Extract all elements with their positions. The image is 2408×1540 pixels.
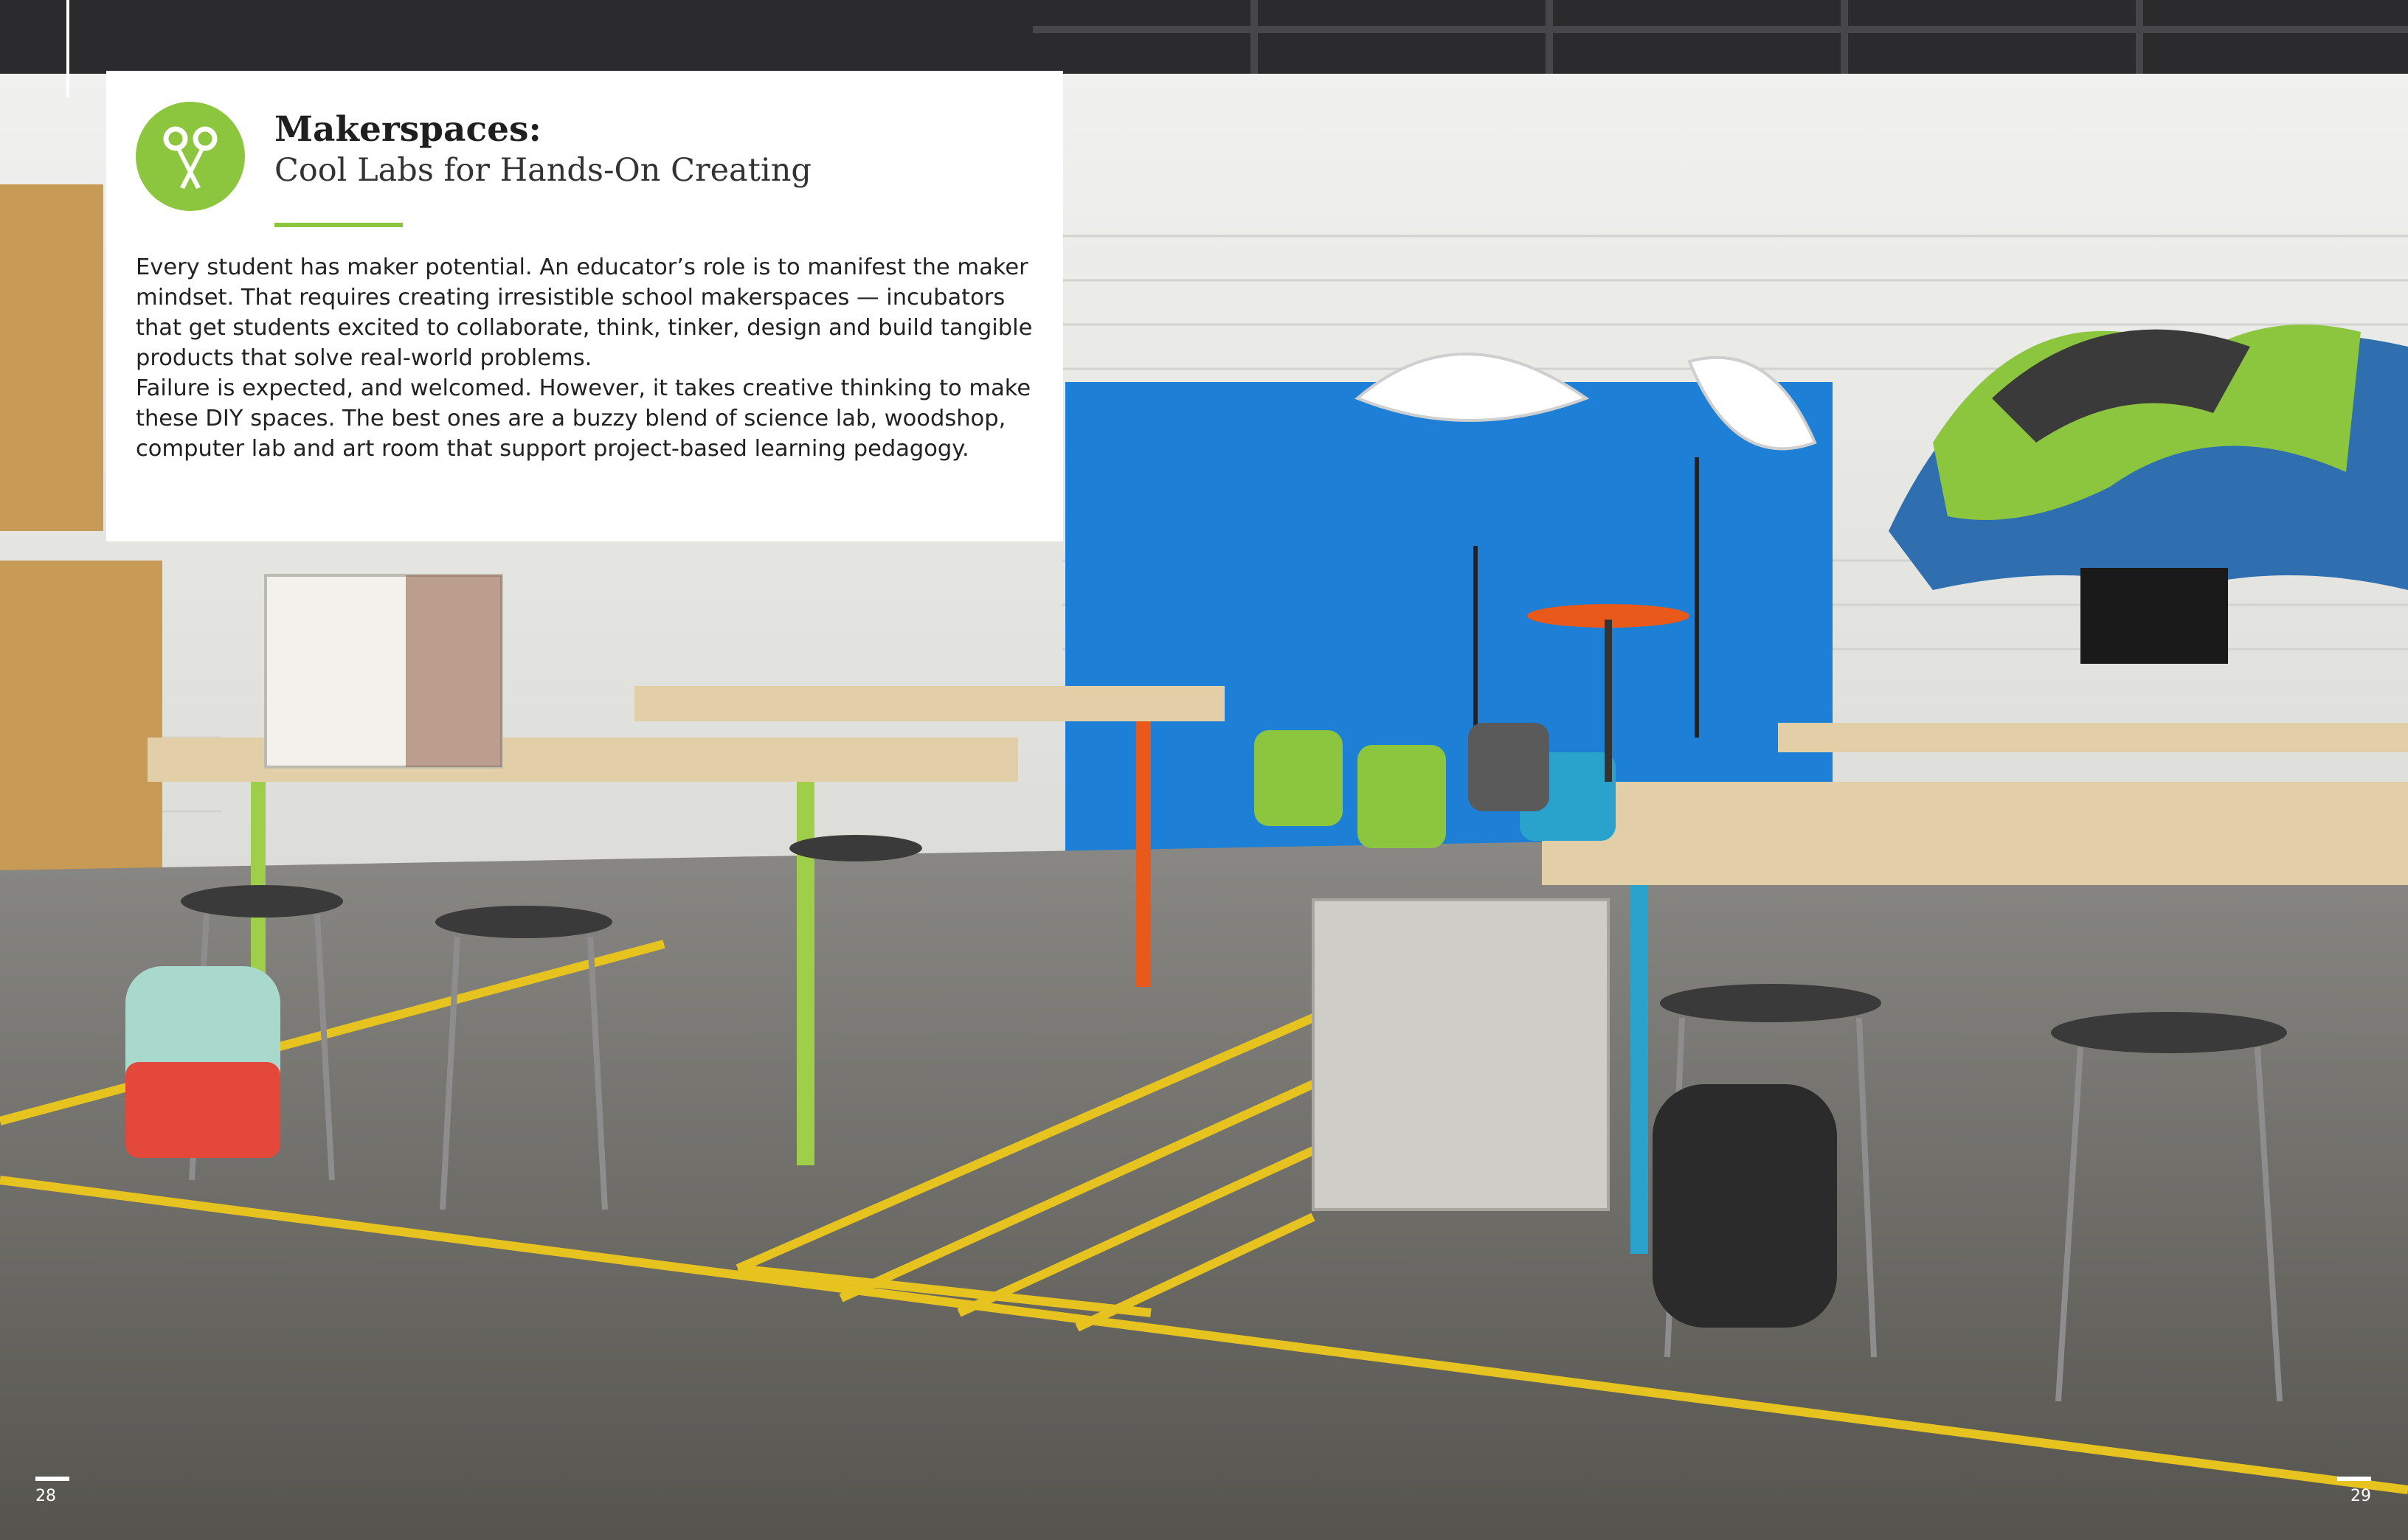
page-number-right: 29 [2350, 1487, 2371, 1505]
accent-rule [274, 223, 403, 227]
top-left-rule [66, 0, 69, 97]
page-marker-right [2337, 1477, 2371, 1481]
page-number-left: 28 [35, 1487, 56, 1505]
body-paragraph-2: Failure is expected, and welcomed. Howev… [136, 375, 1031, 462]
body-copy: Every student has maker potential. An ed… [136, 252, 1036, 464]
intro-card: Makerspaces: Cool Labs for Hands-On Crea… [106, 71, 1063, 541]
scissors-icon [136, 102, 245, 211]
page-marker-left [35, 1477, 69, 1481]
body-paragraph-1: Every student has maker potential. An ed… [136, 254, 1033, 371]
section-subtitle: Cool Labs for Hands-On Creating [274, 152, 812, 189]
section-title: Makerspaces: [274, 109, 542, 150]
